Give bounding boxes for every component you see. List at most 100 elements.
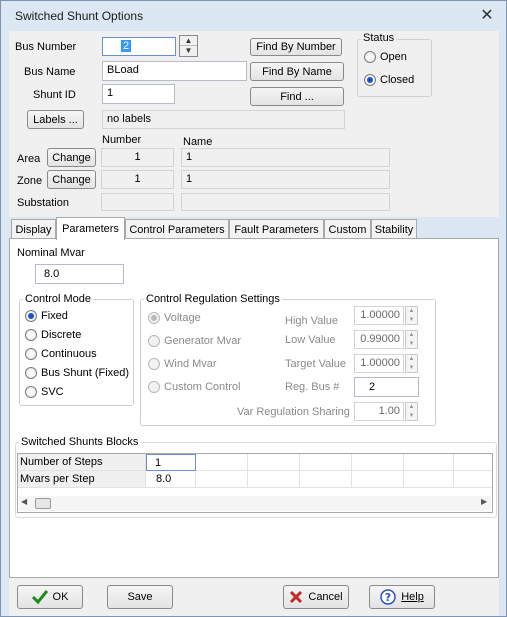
scroll-thumb[interactable] xyxy=(35,498,51,509)
empty-cell[interactable] xyxy=(404,454,454,471)
row-label-mvars: Mvars per Step xyxy=(18,471,146,488)
status-open-radio[interactable]: Open xyxy=(364,51,407,63)
area-number-field: 1 xyxy=(101,148,174,167)
spin-up-icon[interactable]: ▲ xyxy=(180,36,197,46)
nominal-mvar-label: Nominal Mvar xyxy=(17,247,85,259)
tab-parameters[interactable]: Parameters xyxy=(56,217,125,240)
area-change-button[interactable]: Change xyxy=(47,148,96,167)
empty-cell[interactable] xyxy=(196,454,248,471)
empty-cell[interactable] xyxy=(248,471,300,488)
reg-bus-label: Reg. Bus # xyxy=(285,381,340,393)
reg-custom-control-radio[interactable]: Custom Control xyxy=(148,381,240,393)
empty-cell[interactable] xyxy=(352,454,404,471)
save-button[interactable]: Save xyxy=(107,585,173,609)
empty-cell[interactable] xyxy=(300,454,352,471)
mode-discrete-label: Discrete xyxy=(41,329,82,341)
bus-name-input[interactable]: BLoad xyxy=(102,61,247,81)
tab-stability[interactable]: Stability xyxy=(371,219,417,239)
spin-up-icon[interactable]: ▲ xyxy=(406,331,417,340)
high-value-input[interactable]: 1.00000 xyxy=(354,306,404,325)
empty-cell[interactable] xyxy=(404,471,454,488)
bus-number-input[interactable]: 2 xyxy=(102,37,176,56)
reg-voltage-radio[interactable]: Voltage xyxy=(148,312,201,324)
control-regulation-title: Control Regulation Settings xyxy=(144,293,282,305)
mvars-cell[interactable]: 8.0 xyxy=(146,471,196,488)
mode-continuous-radio[interactable]: Continuous xyxy=(25,348,97,360)
reg-bus-input[interactable]: 2 xyxy=(354,377,419,397)
reg-wind-mvar-radio[interactable]: Wind Mvar xyxy=(148,358,217,370)
horizontal-scrollbar[interactable]: ◀ ▶ xyxy=(19,496,491,511)
labels-button[interactable]: Labels ... xyxy=(27,110,84,129)
spin-down-icon[interactable]: ▼ xyxy=(406,340,417,349)
mode-discrete-radio[interactable]: Discrete xyxy=(25,329,81,341)
find-by-number-button[interactable]: Find By Number xyxy=(250,38,342,56)
tab-custom[interactable]: Custom xyxy=(324,219,371,239)
bus-number-spinner[interactable]: ▲ ▼ xyxy=(179,35,198,57)
spin-up-icon[interactable]: ▲ xyxy=(406,403,417,412)
empty-cell[interactable] xyxy=(196,471,248,488)
shunt-id-input[interactable]: 1 xyxy=(102,84,175,104)
empty-cell[interactable] xyxy=(454,454,492,471)
radio-unchecked-icon xyxy=(148,358,160,370)
mode-fixed-radio[interactable]: Fixed xyxy=(25,310,68,322)
window-title: Switched Shunt Options xyxy=(15,9,144,23)
radio-unchecked-icon xyxy=(25,329,37,341)
var-sharing-input[interactable]: 1.00 xyxy=(354,402,404,421)
low-value-label: Low Value xyxy=(285,334,336,346)
substation-label: Substation xyxy=(17,197,69,209)
radio-unchecked-icon xyxy=(25,348,37,360)
status-closed-radio[interactable]: Closed xyxy=(364,74,414,86)
low-value-spinner[interactable]: ▲ ▼ xyxy=(405,330,418,349)
shunt-id-label: Shunt ID xyxy=(33,89,76,101)
mode-svc-radio[interactable]: SVC xyxy=(25,386,64,398)
low-value-input[interactable]: 0.99000 xyxy=(354,330,404,349)
reg-generator-mvar-radio[interactable]: Generator Mvar xyxy=(148,335,241,347)
mode-fixed-label: Fixed xyxy=(41,310,68,322)
spin-down-icon[interactable]: ▼ xyxy=(406,412,417,421)
switched-shunt-blocks-title: Switched Shunts Blocks xyxy=(19,436,141,448)
title-bar: Switched Shunt Options ✕ xyxy=(1,1,506,31)
spin-down-icon[interactable]: ▼ xyxy=(180,46,197,56)
mode-continuous-label: Continuous xyxy=(41,348,97,360)
mode-bus-shunt-radio[interactable]: Bus Shunt (Fixed) xyxy=(25,367,129,379)
target-value-input[interactable]: 1.00000 xyxy=(354,354,404,373)
status-closed-label: Closed xyxy=(380,74,415,86)
spin-up-icon[interactable]: ▲ xyxy=(406,355,417,364)
high-value-label: High Value xyxy=(285,315,338,327)
nominal-mvar-input[interactable]: 8.0 xyxy=(35,264,124,284)
radio-checked-icon xyxy=(364,74,376,86)
radio-checked-icon xyxy=(25,310,37,322)
empty-cell[interactable] xyxy=(352,471,404,488)
find-button[interactable]: Find ... xyxy=(250,87,344,106)
status-title: Status xyxy=(361,32,397,44)
empty-cell[interactable] xyxy=(248,454,300,471)
high-value-spinner[interactable]: ▲ ▼ xyxy=(405,306,418,325)
bus-name-label: Bus Name xyxy=(24,66,76,78)
svg-text:?: ? xyxy=(385,591,391,604)
tab-control-parameters[interactable]: Control Parameters xyxy=(125,219,229,239)
close-icon[interactable]: ✕ xyxy=(479,8,495,24)
reg-wind-mvar-label: Wind Mvar xyxy=(164,358,217,370)
ok-button[interactable]: OK xyxy=(17,585,83,609)
ok-label: OK xyxy=(52,591,69,603)
scroll-left-icon[interactable]: ◀ xyxy=(21,497,27,506)
help-button[interactable]: ? Help xyxy=(369,585,435,609)
empty-cell[interactable] xyxy=(300,471,352,488)
tab-display[interactable]: Display xyxy=(11,219,56,239)
status-group xyxy=(357,39,432,97)
spin-down-icon[interactable]: ▼ xyxy=(406,316,417,325)
target-value-spinner[interactable]: ▲ ▼ xyxy=(405,354,418,373)
tab-fault-parameters[interactable]: Fault Parameters xyxy=(229,219,324,239)
zone-change-button[interactable]: Change xyxy=(47,170,96,189)
radio-unchecked-icon xyxy=(25,386,37,398)
spin-down-icon[interactable]: ▼ xyxy=(406,364,417,373)
find-by-name-button[interactable]: Find By Name xyxy=(250,62,344,81)
steps-cell[interactable]: 1 xyxy=(146,454,196,471)
scroll-right-icon[interactable]: ▶ xyxy=(481,497,487,506)
var-sharing-spinner[interactable]: ▲ ▼ xyxy=(405,402,418,421)
empty-cell[interactable] xyxy=(454,471,492,488)
spin-up-icon[interactable]: ▲ xyxy=(406,307,417,316)
switched-shunt-options-dialog: Switched Shunt Options ✕ Bus Number 2 ▲ … xyxy=(0,0,507,617)
cancel-button[interactable]: Cancel xyxy=(283,585,349,609)
radio-unchecked-icon xyxy=(148,381,160,393)
